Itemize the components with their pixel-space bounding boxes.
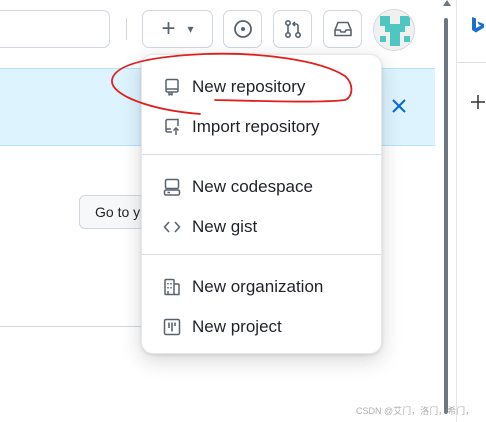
- project-icon: [162, 317, 182, 337]
- side-panel-divider: [457, 62, 486, 63]
- menu-item-new-repository[interactable]: New repository: [150, 69, 375, 105]
- close-icon[interactable]: [388, 95, 410, 117]
- menu-item-import-repository[interactable]: Import repository: [150, 109, 375, 145]
- menu-item-label: New project: [192, 317, 282, 336]
- header-divider: [126, 18, 127, 40]
- create-new-dropdown: New repository Import repository New cod…: [141, 54, 382, 354]
- scroll-thumb[interactable]: [444, 18, 448, 414]
- inbox-button[interactable]: [323, 10, 362, 48]
- menu-item-label: New codespace: [192, 177, 313, 196]
- menu-item-label: Import repository: [192, 117, 320, 136]
- menu-divider: [142, 254, 381, 255]
- codespaces-icon: [162, 177, 182, 197]
- pull-requests-button[interactable]: [273, 10, 312, 48]
- content-divider: [0, 326, 160, 327]
- browser-side-panel: [456, 0, 486, 422]
- menu-item-label: New organization: [192, 277, 324, 296]
- issue-opened-icon: [233, 20, 252, 38]
- triangle-down-icon: ▾: [187, 22, 194, 36]
- search-input[interactable]: [0, 10, 110, 48]
- user-avatar[interactable]: [373, 9, 415, 51]
- page-scrollbar[interactable]: [440, 0, 454, 422]
- menu-item-new-organization[interactable]: New organization: [150, 269, 375, 305]
- menu-item-label: New gist: [192, 217, 258, 236]
- git-pull-request-icon: [284, 19, 301, 39]
- create-new-button[interactable]: + ▾: [142, 10, 213, 48]
- code-icon: [162, 217, 182, 237]
- menu-item-label: New repository: [192, 77, 306, 96]
- organization-icon: [162, 277, 182, 297]
- menu-item-new-project[interactable]: New project: [150, 309, 375, 345]
- watermark-text: CSDN @艾门，洛门，希门，: [356, 406, 475, 416]
- inbox-icon: [333, 21, 352, 37]
- menu-divider: [142, 154, 381, 155]
- top-header: + ▾: [0, 0, 440, 62]
- repo-push-icon: [162, 117, 182, 137]
- repo-icon: [162, 77, 182, 97]
- menu-item-new-gist[interactable]: New gist: [150, 209, 375, 245]
- identicon-icon: [374, 10, 414, 50]
- plus-icon: +: [161, 15, 176, 42]
- add-icon[interactable]: [469, 93, 486, 111]
- bing-logo-icon[interactable]: [469, 16, 486, 34]
- issues-button[interactable]: [223, 10, 262, 48]
- menu-item-new-codespace[interactable]: New codespace: [150, 169, 375, 205]
- scroll-up-arrow-icon[interactable]: [443, 0, 451, 6]
